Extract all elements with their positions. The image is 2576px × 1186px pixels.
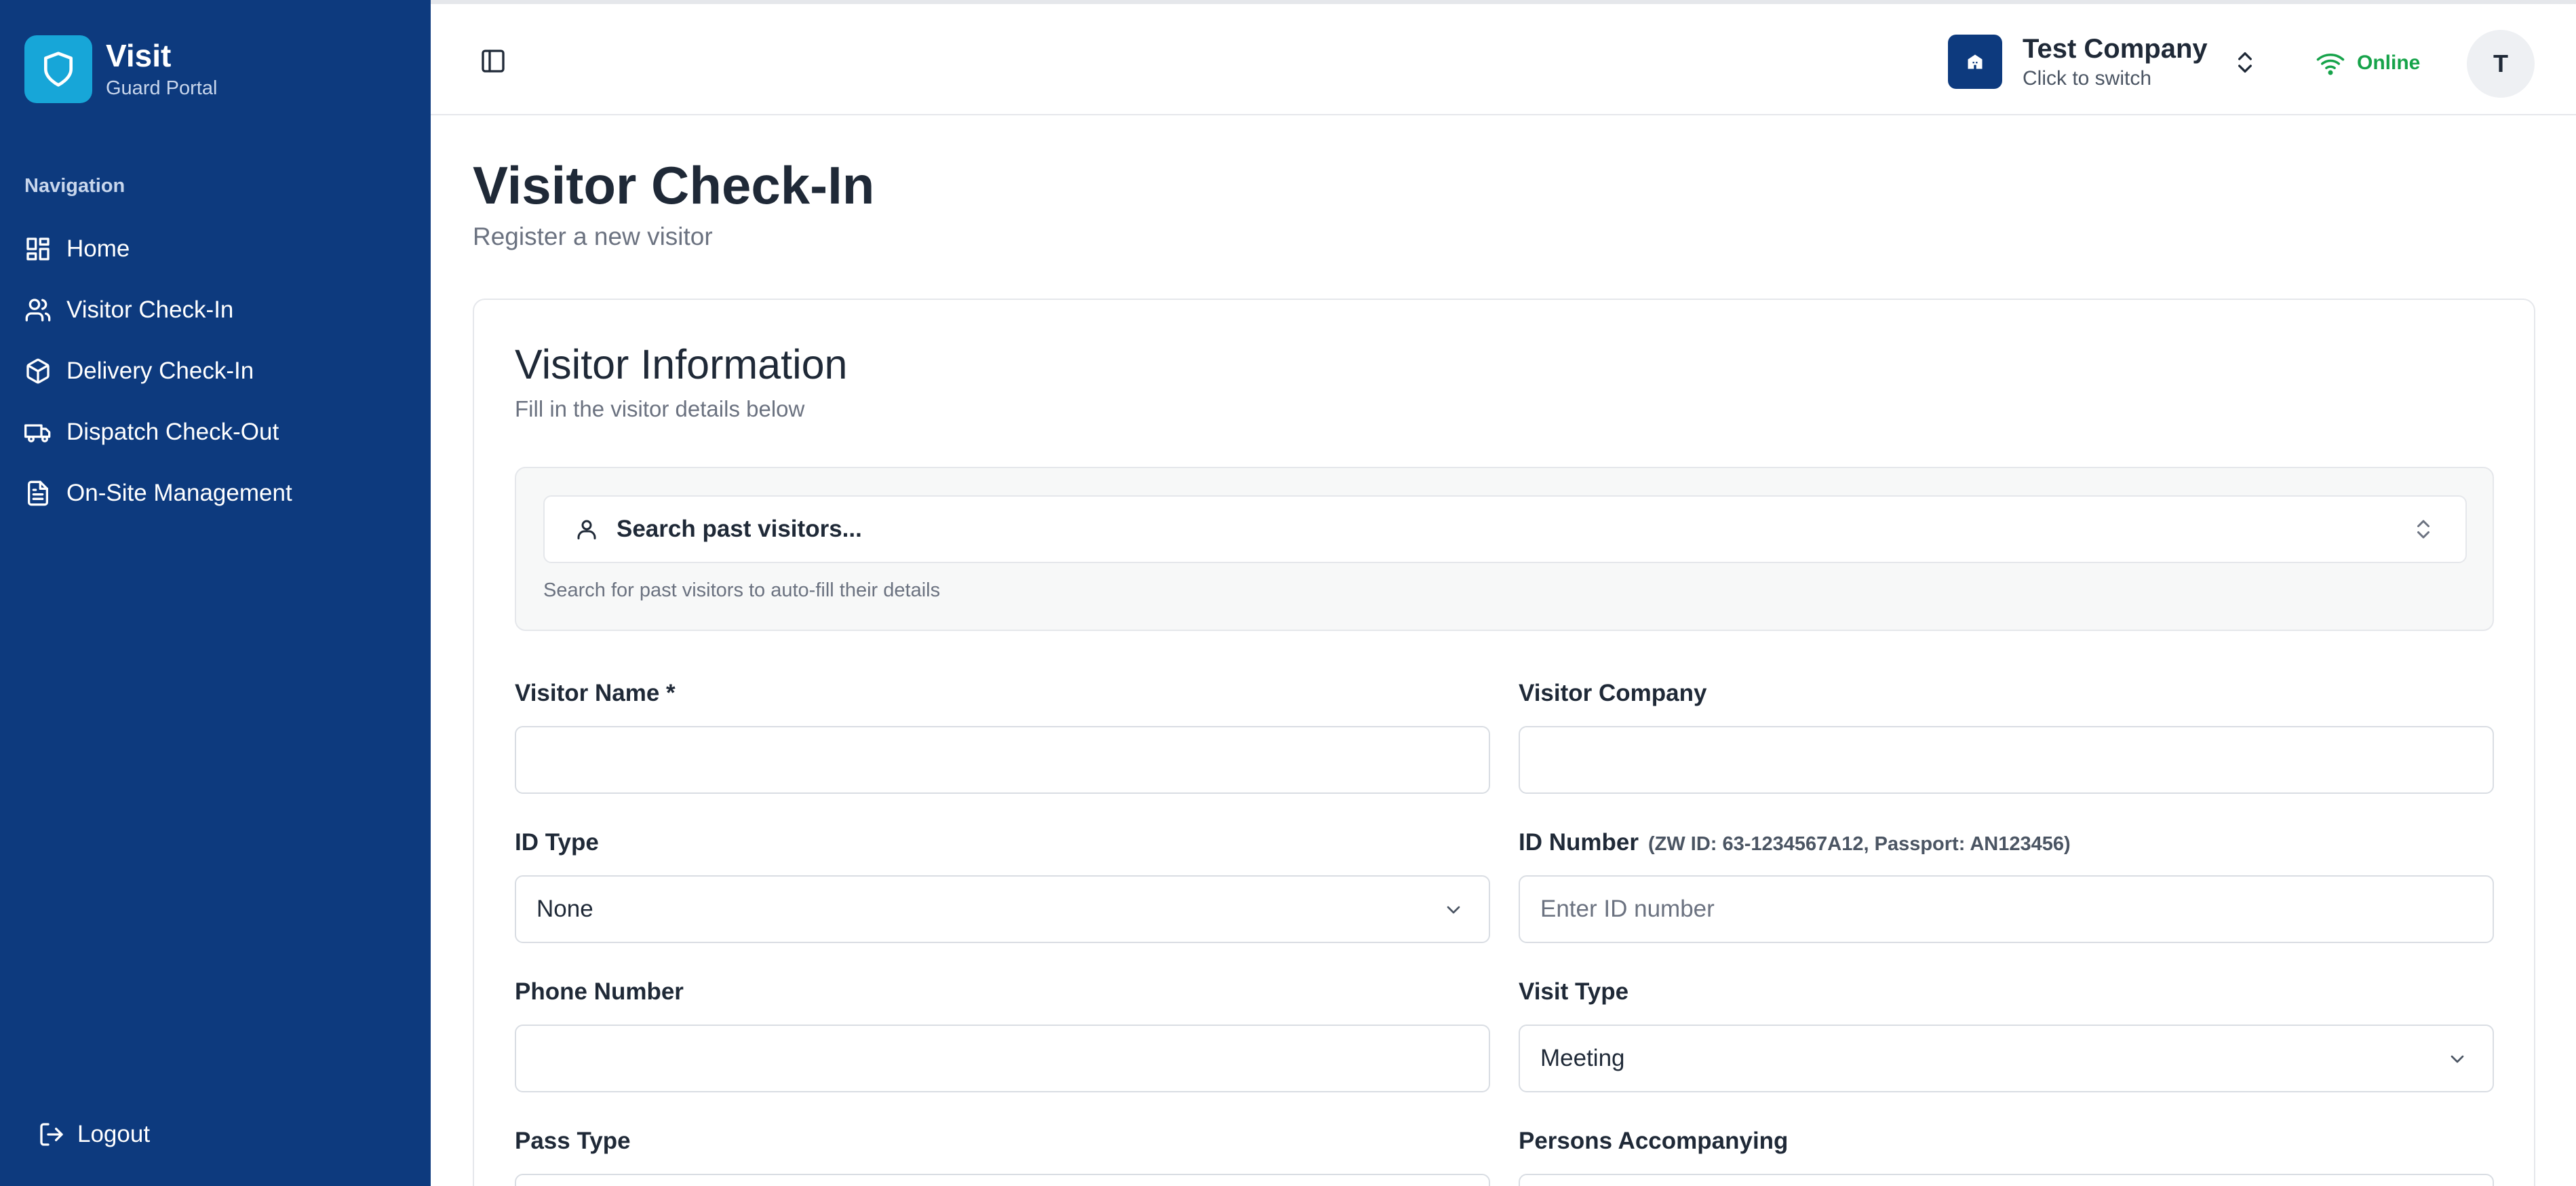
sidebar-item-dispatch-check-out[interactable]: Dispatch Check-Out xyxy=(24,402,411,463)
app-root: Visit Guard Portal Navigation Home Visit… xyxy=(0,0,2576,1186)
sidebar-toggle-icon[interactable] xyxy=(480,47,507,75)
status-label: Online xyxy=(2357,52,2421,74)
visit-type-select[interactable]: Meeting xyxy=(1519,1025,2494,1092)
user-icon xyxy=(577,520,596,539)
past-visitor-search[interactable]: Search past visitors... xyxy=(543,495,2467,563)
sidebar-item-on-site-management[interactable]: On-Site Management xyxy=(24,463,411,524)
building-icon xyxy=(1948,35,2002,89)
card-subtitle: Fill in the visitor details below xyxy=(515,396,805,421)
avatar[interactable]: T xyxy=(2467,30,2535,98)
visit-type-value: Meeting xyxy=(1540,1045,1625,1071)
page-subtitle: Register a new visitor xyxy=(473,223,713,250)
connection-status: Online xyxy=(2316,49,2420,77)
past-visitor-search-panel: Search past visitors... Search for past … xyxy=(515,467,2494,631)
company-switcher[interactable]: Test Company Click to switch xyxy=(1948,31,2208,92)
brand-subtitle: Guard Portal xyxy=(106,77,218,99)
sidebar-item-label: Home xyxy=(66,235,130,262)
pass-type-select[interactable] xyxy=(515,1174,1490,1186)
logout-button[interactable]: Logout xyxy=(38,1121,150,1148)
sidebar-item-home[interactable]: Home xyxy=(24,218,411,280)
pass-type-label: Pass Type xyxy=(515,1128,631,1154)
visitor-name-input[interactable] xyxy=(515,726,1490,794)
sidebar-item-label: On-Site Management xyxy=(66,480,292,506)
persons-accompanying-label: Persons Accompanying xyxy=(1519,1128,1789,1154)
file-text-icon xyxy=(28,480,49,506)
brand[interactable]: Visit Guard Portal xyxy=(24,35,217,103)
persons-accompanying-input[interactable] xyxy=(1519,1174,2494,1186)
sidebar-item-delivery-check-in[interactable]: Delivery Check-In xyxy=(24,341,411,402)
sidebar-item-label: Visitor Check-In xyxy=(66,296,234,323)
logout-icon xyxy=(40,1123,63,1146)
id-type-label: ID Type xyxy=(515,829,599,856)
id-number-label: ID Number xyxy=(1519,829,1639,856)
phone-number-input[interactable] xyxy=(515,1025,1490,1092)
chevron-down-icon xyxy=(1447,906,1460,914)
visitor-company-label: Visitor Company xyxy=(1519,680,1707,706)
wifi-icon xyxy=(2316,54,2345,75)
logout-label: Logout xyxy=(77,1121,151,1147)
brand-name: Visit xyxy=(106,38,172,74)
search-label: Search past visitors... xyxy=(617,516,862,542)
chevrons-up-down-icon[interactable] xyxy=(2231,49,2259,76)
visitor-company-input[interactable] xyxy=(1519,726,2494,794)
company-switch-hint: Click to switch xyxy=(2023,66,2152,90)
package-icon xyxy=(26,358,50,384)
card-title: Visitor Information xyxy=(515,341,848,387)
nav-list: Home Visitor Check-In Delivery Check-In xyxy=(24,218,411,524)
id-type-value: None xyxy=(536,896,593,922)
truck-icon xyxy=(24,424,51,442)
sidebar-item-label: Dispatch Check-Out xyxy=(66,419,279,445)
page-title: Visitor Check-In xyxy=(473,155,875,215)
phone-number-label: Phone Number xyxy=(515,978,684,1005)
sidebar-item-visitor-check-in[interactable]: Visitor Check-In xyxy=(24,280,411,341)
chevron-down-icon xyxy=(2451,1055,2464,1063)
nav-heading: Navigation xyxy=(24,175,125,197)
visit-type-label: Visit Type xyxy=(1519,978,1629,1005)
visitor-name-label: Visitor Name * xyxy=(515,680,676,706)
company-name: Test Company xyxy=(2023,33,2208,64)
sidebar-item-label: Delivery Check-In xyxy=(66,358,254,384)
chevrons-up-down-icon xyxy=(2417,520,2429,539)
id-number-format-hint: (ZW ID: 63-1234567A12, Passport: AN12345… xyxy=(1647,833,2071,855)
users-icon xyxy=(25,299,51,322)
shield-icon xyxy=(24,35,92,103)
visitor-info-card: Visitor Information Fill in the visitor … xyxy=(473,299,2535,1186)
sidebar: Visit Guard Portal Navigation Home Visit… xyxy=(0,0,431,1186)
topbar: Test Company Click to switch Online T xyxy=(431,0,2576,115)
grid-icon xyxy=(26,237,50,261)
id-number-input[interactable] xyxy=(1519,875,2494,943)
id-type-select[interactable]: None xyxy=(515,875,1490,943)
id-number-label-group: ID Number (ZW ID: 63-1234567A12, Passport… xyxy=(1519,829,2071,856)
search-help-text: Search for past visitors to auto-fill th… xyxy=(543,579,941,601)
